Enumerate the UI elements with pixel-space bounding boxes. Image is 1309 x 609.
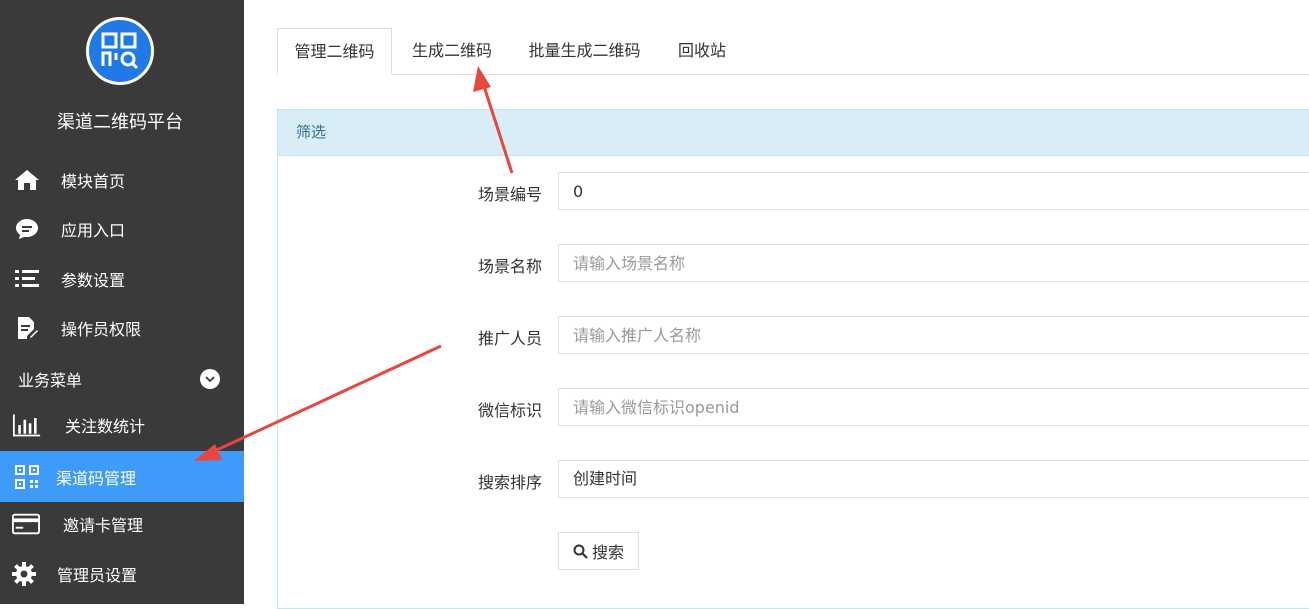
- chat-bubble-icon: [13, 215, 41, 243]
- search-button[interactable]: 搜索: [558, 532, 639, 570]
- sort-select[interactable]: 创建时间: [558, 460, 1309, 498]
- tab-bar: 管理二维码 生成二维码 批量生成二维码 回收站: [277, 28, 1309, 75]
- home-icon: [13, 166, 41, 194]
- bar-chart-icon: [13, 411, 41, 439]
- section-label: 业务菜单: [18, 371, 83, 390]
- search-icon: [573, 544, 588, 559]
- tab-manage-qrcode[interactable]: 管理二维码: [277, 28, 392, 75]
- qr-code-icon: [13, 463, 41, 491]
- list-icon: [13, 265, 41, 293]
- sidebar-item-follow-stats[interactable]: 关注数统计: [0, 401, 244, 449]
- platform-title: 渠道二维码平台: [57, 112, 183, 133]
- sidebar-item-label: 参数设置: [61, 271, 126, 290]
- card-icon: [12, 510, 40, 538]
- tab-batch-generate-qrcode[interactable]: 批量生成二维码: [517, 28, 652, 74]
- sort-selected-value: 创建时间: [573, 469, 638, 488]
- sidebar: 渠道二维码平台 模块首页 应用入口 参数设置 操作员权限 业务菜单 关注数统计 …: [0, 0, 244, 604]
- sidebar-item-admin-settings[interactable]: 管理员设置: [0, 550, 244, 598]
- sidebar-item-label: 应用入口: [61, 221, 126, 240]
- scene-id-input[interactable]: [558, 172, 1309, 210]
- sidebar-item-app-entry[interactable]: 应用入口: [0, 205, 244, 253]
- openid-input[interactable]: [558, 388, 1309, 426]
- scene-name-input[interactable]: [558, 244, 1309, 282]
- sidebar-item-label: 模块首页: [61, 172, 126, 191]
- promoter-label: 推广人员: [477, 329, 542, 348]
- scene-id-label: 场景编号: [477, 185, 542, 204]
- promoter-input[interactable]: [558, 316, 1309, 354]
- document-edit-icon: [13, 314, 41, 342]
- sidebar-item-channel-code-management[interactable]: 渠道码管理: [0, 451, 244, 502]
- qr-search-icon: [86, 17, 154, 85]
- sidebar-item-label: 邀请卡管理: [63, 516, 144, 535]
- sidebar-item-label: 关注数统计: [65, 417, 146, 436]
- search-button-label: 搜索: [591, 543, 624, 562]
- sidebar-item-operator-permissions[interactable]: 操作员权限: [0, 304, 244, 352]
- business-menu-header[interactable]: 业务菜单: [0, 364, 244, 394]
- sidebar-item-invite-card-management[interactable]: 邀请卡管理: [0, 500, 244, 548]
- sidebar-item-home[interactable]: 模块首页: [0, 156, 244, 204]
- sidebar-item-label: 渠道码管理: [56, 468, 137, 488]
- tab-generate-qrcode[interactable]: 生成二维码: [399, 28, 505, 74]
- tab-recycle-bin[interactable]: 回收站: [667, 28, 737, 74]
- sidebar-item-params[interactable]: 参数设置: [0, 255, 244, 303]
- panel-title: 筛选: [278, 110, 1309, 156]
- openid-label: 微信标识: [477, 401, 542, 420]
- sidebar-item-label: 操作员权限: [61, 320, 142, 339]
- gear-icon: [10, 560, 38, 588]
- sort-label: 搜索排序: [477, 473, 542, 492]
- chevron-down-icon: [200, 369, 220, 389]
- sidebar-item-label: 管理员设置: [57, 566, 138, 585]
- scene-name-label: 场景名称: [477, 257, 542, 276]
